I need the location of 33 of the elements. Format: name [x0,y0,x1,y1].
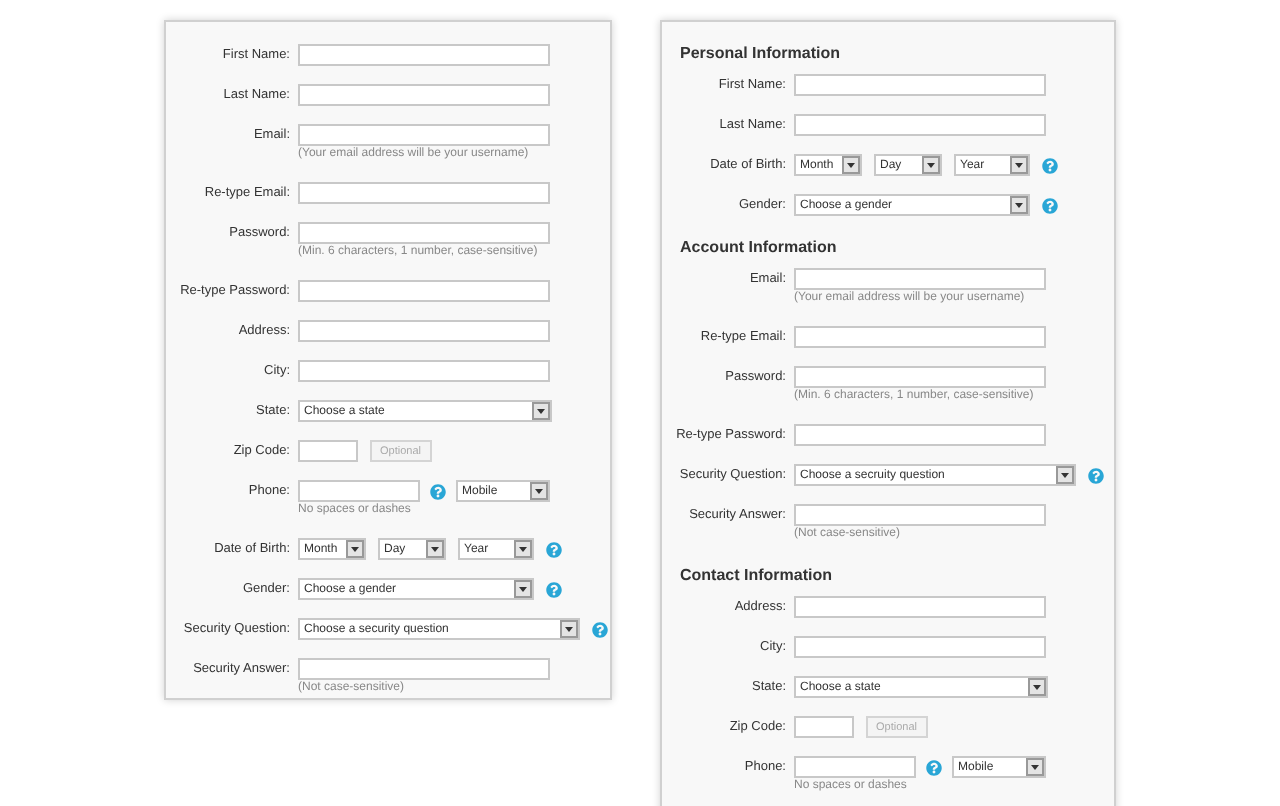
text-field[interactable] [794,424,1046,446]
section-heading: Contact Information [678,566,834,584]
text-field[interactable] [794,326,1046,348]
help-icon[interactable] [430,483,446,499]
text-field[interactable] [794,268,1046,290]
zip-field[interactable] [298,440,358,462]
help-icon[interactable] [1042,157,1058,173]
text-field[interactable] [794,636,1046,658]
text-field[interactable] [298,320,550,342]
text-field[interactable] [794,74,1046,96]
text-field[interactable] [298,182,550,204]
text-field[interactable] [794,596,1046,618]
text-field[interactable] [794,114,1046,136]
text-field[interactable] [298,124,550,146]
help-icon[interactable] [926,759,942,775]
section-heading: Personal Information [678,44,843,62]
text-field[interactable] [298,222,550,244]
help-icon[interactable] [546,581,562,597]
help-icon[interactable] [1088,467,1104,483]
section-heading: Account Information [678,238,839,256]
zip-field[interactable] [794,716,854,738]
help-icon[interactable] [592,621,608,637]
text-field[interactable] [298,360,550,382]
help-icon[interactable] [1042,197,1058,213]
phone-field[interactable] [794,756,916,778]
text-field[interactable] [794,504,1046,526]
phone-field[interactable] [298,480,420,502]
text-field[interactable] [298,84,550,106]
text-field[interactable] [298,658,550,680]
help-icon[interactable] [546,541,562,557]
text-field[interactable] [298,280,550,302]
text-field[interactable] [794,366,1046,388]
text-field[interactable] [298,44,550,66]
